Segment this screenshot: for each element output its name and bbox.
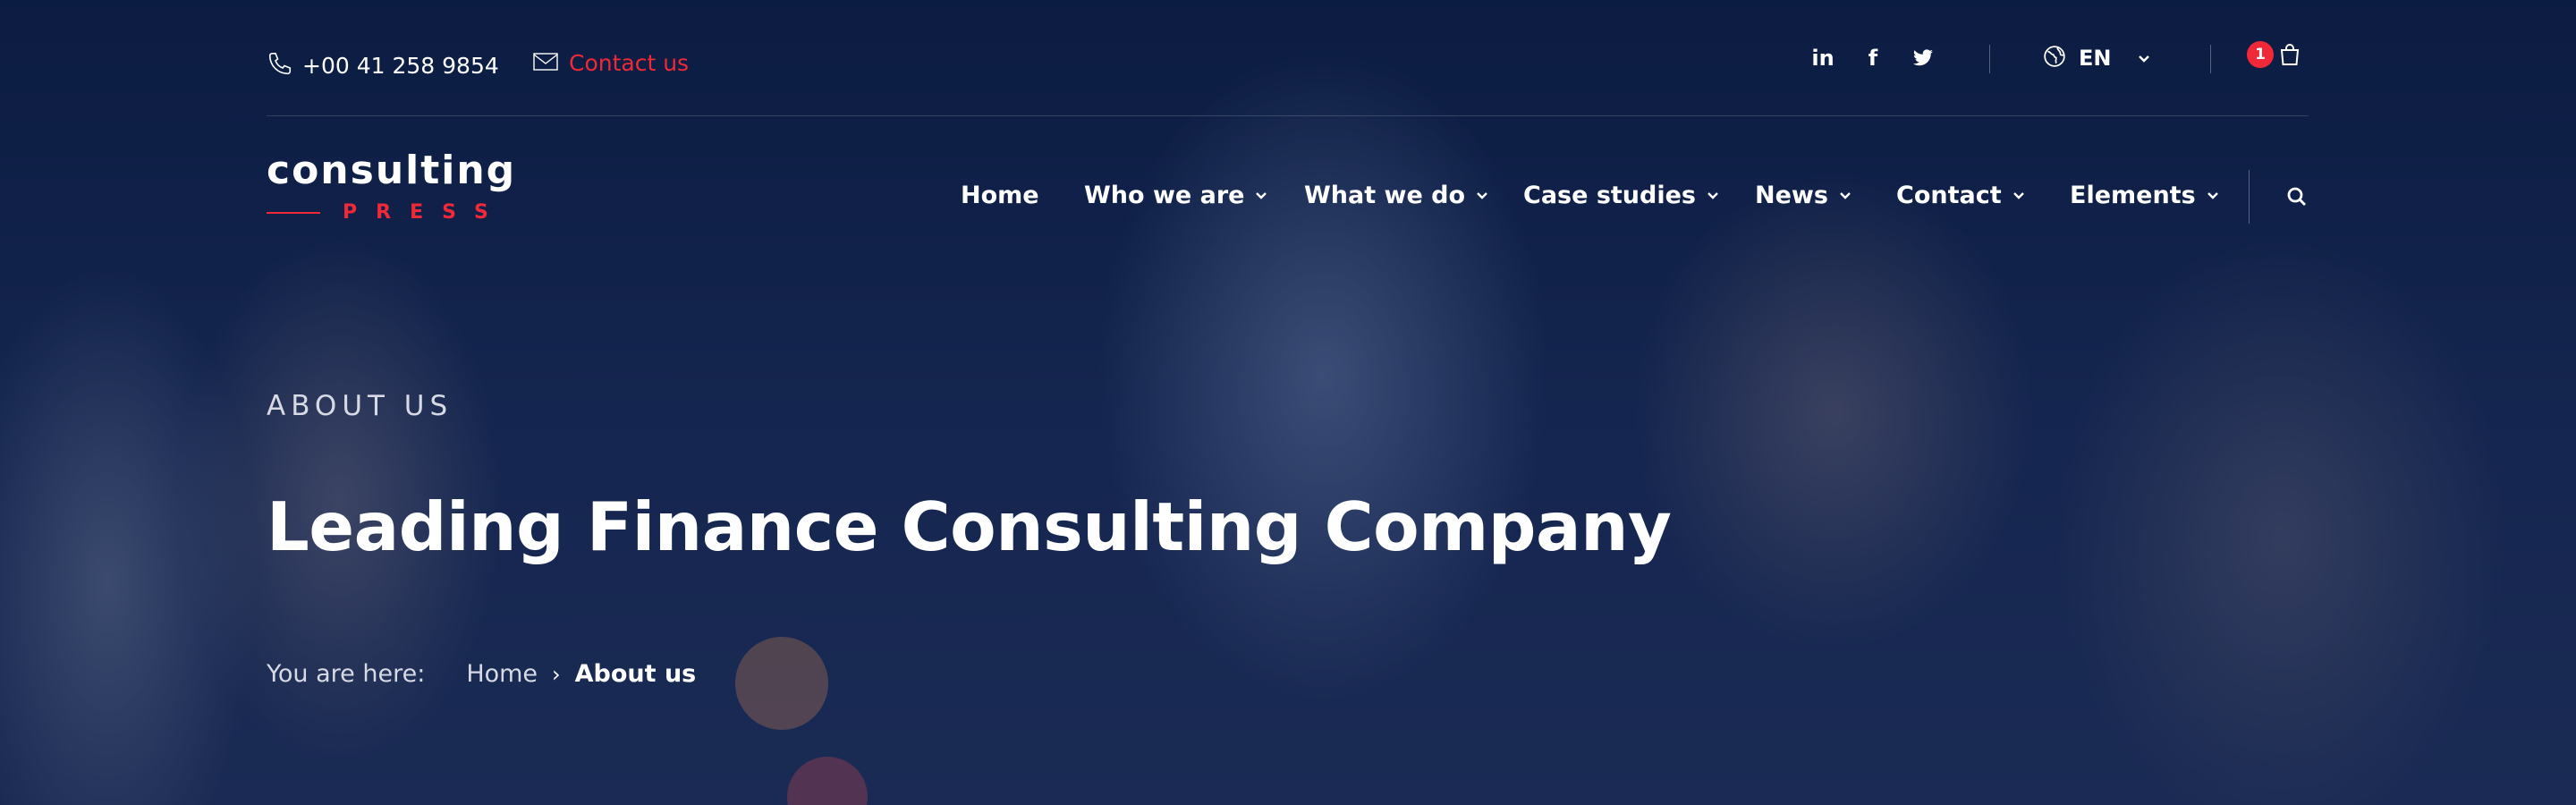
envelope-icon: [533, 51, 560, 76]
linkedin-icon[interactable]: in: [1805, 45, 1841, 72]
chevron-down-icon: [1255, 187, 1267, 204]
logo-accent-line: [267, 211, 320, 214]
language-selector[interactable]: EN: [2043, 45, 2150, 72]
phone-icon: [267, 50, 293, 80]
hero-section: +00 41 258 9854 Contact us in f EN 1 con…: [0, 0, 2576, 805]
chevron-down-icon: [2207, 187, 2219, 204]
logo-name: consulting: [267, 148, 517, 193]
phone-number[interactable]: +00 41 258 9854: [302, 53, 499, 79]
breadcrumb-label: You are here:: [267, 660, 426, 688]
language-label: EN: [2079, 46, 2112, 71]
page-title: Leading Finance Consulting Company: [267, 487, 1672, 566]
nav-divider: [2249, 170, 2250, 224]
twitter-icon[interactable]: [1905, 45, 1941, 72]
contact-label[interactable]: Contact us: [569, 50, 689, 76]
top-bar: +00 41 258 9854 Contact us in f EN 1: [267, 0, 2309, 116]
shopping-bag-icon[interactable]: [2279, 43, 2301, 70]
phone-contact[interactable]: +00 41 258 9854: [267, 50, 499, 80]
chevron-down-icon: [2012, 187, 2025, 204]
breadcrumb-separator-icon: ›: [552, 661, 561, 687]
nav-item-label: Elements: [2070, 181, 2196, 209]
nav-item-home[interactable]: Home: [961, 179, 1039, 211]
search-icon[interactable]: [2286, 186, 2308, 211]
chevron-down-icon: [1476, 187, 1488, 204]
page-eyebrow: ABOUT US: [267, 390, 453, 422]
site-logo[interactable]: consulting PRESS: [267, 148, 516, 224]
chevron-down-icon: [2138, 50, 2150, 67]
nav-item-label: Home: [961, 181, 1039, 209]
nav-item-contact[interactable]: Contact: [1896, 179, 2025, 211]
topbar-divider: [1989, 45, 1990, 73]
logo-tagline-row: PRESS: [267, 201, 516, 224]
chevron-down-icon: [1839, 187, 1852, 204]
breadcrumb: You are here: Home › About us: [267, 660, 696, 688]
nav-item-news[interactable]: News: [1755, 179, 1852, 211]
nav-item-label: Case studies: [1523, 181, 1696, 209]
chevron-down-icon: [1707, 187, 1719, 204]
breadcrumb-home-link[interactable]: Home: [466, 660, 538, 688]
nav-item-label: Who we are: [1084, 181, 1245, 209]
nav-item-elements[interactable]: Elements: [2070, 179, 2219, 211]
facebook-icon[interactable]: f: [1855, 45, 1891, 72]
nav-item-label: News: [1755, 181, 1828, 209]
nav-item-what-we-do[interactable]: What we do: [1304, 179, 1488, 211]
cart-count-badge: 1: [2247, 41, 2274, 68]
nav-item-who-we-are[interactable]: Who we are: [1084, 179, 1267, 211]
nav-item-label: Contact: [1896, 181, 2002, 209]
logo-tagline: PRESS: [343, 201, 507, 224]
topbar-divider: [2210, 45, 2211, 73]
breadcrumb-current: About us: [574, 660, 697, 688]
nav-item-case-studies[interactable]: Case studies: [1523, 179, 1719, 211]
contact-link[interactable]: Contact us: [533, 50, 689, 76]
globe-icon: [2043, 45, 2066, 72]
nav-item-label: What we do: [1304, 181, 1466, 209]
